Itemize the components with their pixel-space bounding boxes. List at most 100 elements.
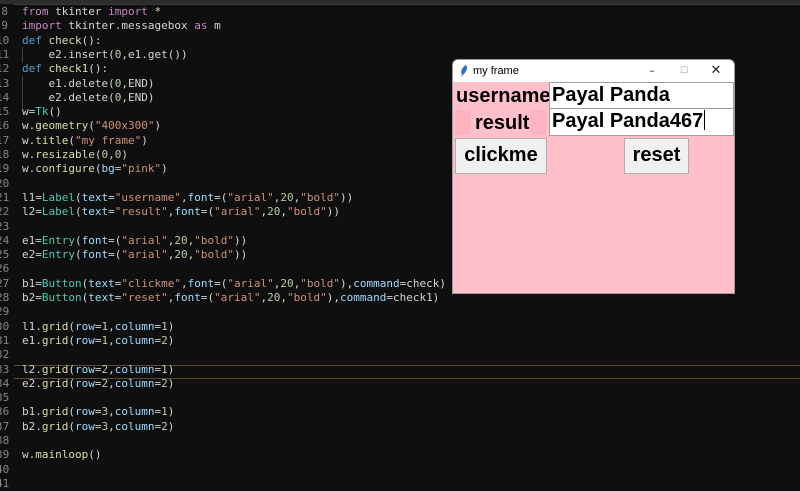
line-number: 23 [0, 219, 10, 233]
line-number: 14 [0, 90, 10, 104]
code-token: "bold" [300, 190, 340, 204]
code-token: ( [68, 405, 75, 419]
code-token: = [94, 333, 102, 347]
code-token: ( [68, 319, 75, 333]
code-token: ( [75, 190, 82, 204]
line-number: 34 [0, 376, 10, 390]
code-token: Tk [35, 105, 49, 119]
line-number: 17 [0, 133, 10, 147]
code-token: 2 [161, 376, 168, 390]
code-token: =( [200, 291, 215, 304]
code-line: e2=Entry(font=("arial",20,"bold")) [22, 248, 247, 262]
code-line: l1.grid(row=1,column=1) [22, 320, 174, 334]
code-token: w= [22, 105, 36, 119]
code-token: check [48, 33, 82, 47]
code-token: command [353, 276, 400, 290]
code-token: "arial" [227, 276, 274, 290]
code-token: def [22, 62, 42, 76]
code-token: ), [326, 291, 340, 304]
code-token: e1= [22, 233, 42, 247]
code-token: ), [339, 276, 354, 290]
window-title: my frame [473, 65, 519, 77]
code-token: font [81, 233, 109, 247]
code-line: e1=Entry(font=("arial",20,"bold")) [22, 234, 247, 248]
code-token: ) [141, 133, 148, 147]
username-entry[interactable]: Payal Panda [549, 82, 734, 110]
code-token: "bold" [286, 205, 327, 219]
line-number: 18 [0, 148, 10, 161]
close-icon[interactable]: ✕ [700, 60, 732, 82]
code-token: l1. [22, 319, 42, 333]
code-token: tkinter [48, 5, 109, 18]
code-token: ,e1.get()) [121, 47, 188, 61]
result-entry[interactable]: Payal Panda467 [549, 108, 734, 136]
code-token: Button [41, 276, 82, 290]
tk-window[interactable]: my frame – ☐ ✕ username Payal Panda resu… [452, 59, 735, 294]
code-token: = [108, 190, 115, 204]
code-token: b1. [22, 405, 42, 419]
code-token: grid [41, 376, 69, 390]
code-token: () [88, 448, 102, 462]
code-token: font [187, 276, 215, 290]
line-number: 21 [0, 190, 10, 204]
code-token: column [114, 333, 155, 347]
code-token: e2.delete( [22, 90, 115, 104]
code-line: def check1(): [22, 62, 108, 76]
line-number: 32 [0, 348, 10, 362]
code-token: 20 [280, 190, 294, 204]
code-token: =( [108, 248, 122, 262]
code-token: 20 [280, 276, 294, 290]
code-token: "arial" [121, 233, 168, 247]
code-token: "bold" [194, 248, 234, 262]
code-token: row [75, 376, 95, 390]
code-token: title [35, 133, 69, 147]
code-token: ) [161, 162, 168, 176]
code-token: Button [41, 291, 82, 304]
line-number: 39 [0, 448, 10, 462]
code-token: ) [121, 148, 128, 161]
code-line: e1.delete(0,END) [22, 77, 154, 91]
code-token: = [94, 419, 102, 433]
code-token: =( [214, 276, 228, 290]
code-token: b2= [22, 291, 42, 304]
code-token: b2. [22, 419, 42, 433]
code-line: w.configure(bg="pink") [22, 162, 168, 176]
code-token: column [114, 362, 155, 376]
code-token: column [114, 376, 155, 390]
maximize-icon[interactable]: ☐ [668, 60, 700, 82]
line-number: 26 [0, 262, 10, 276]
code-token: 1 [161, 405, 168, 419]
code-token: def [22, 33, 42, 47]
code-token: row [75, 362, 95, 376]
code-token: w. [22, 148, 36, 161]
code-token: , [108, 319, 115, 333]
window-titlebar[interactable]: my frame – ☐ ✕ [453, 60, 734, 82]
code-token: 2 [161, 419, 168, 433]
code-line: e2.insert(0,e1.get()) [22, 47, 188, 62]
code-token: )) [326, 205, 340, 219]
line-number: 31 [0, 333, 10, 347]
code-token: * [147, 5, 162, 18]
reset-button[interactable]: reset [624, 138, 689, 174]
code-token: ( [88, 119, 95, 133]
clickme-button[interactable]: clickme [455, 138, 547, 174]
username-label: username [456, 84, 551, 108]
line-number: 27 [0, 276, 10, 290]
code-token: row [75, 319, 95, 333]
code-token: "bold" [286, 291, 327, 304]
line-number-gutter: 8910111213141516171819202122232425262728… [0, 4, 14, 490]
code-token: ( [75, 233, 82, 247]
code-token: ) [167, 362, 175, 376]
line-number: 29 [0, 305, 10, 319]
result-entry-text: Payal Panda467 [552, 110, 704, 132]
line-number: 35 [0, 391, 10, 405]
code-token: =check1) [386, 291, 440, 304]
code-token: , [108, 419, 115, 433]
code-token: 20 [174, 248, 188, 262]
minimize-icon[interactable]: – [636, 60, 668, 82]
code-token: ( [75, 248, 82, 262]
code-token: = [94, 405, 102, 419]
line-number: 19 [0, 162, 10, 176]
code-line: e2.grid(row=2,column=2) [22, 377, 174, 391]
code-token: w. [22, 119, 36, 133]
